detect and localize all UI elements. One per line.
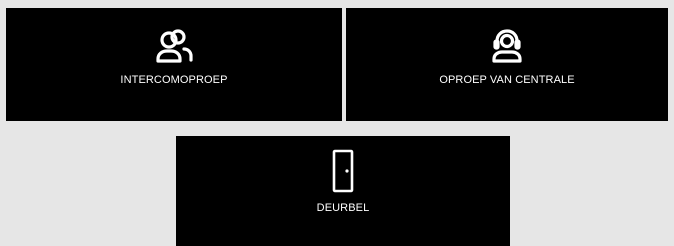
two-users-icon <box>154 26 194 66</box>
door-icon <box>323 148 363 194</box>
doorbell-label: DEURBEL <box>316 202 370 214</box>
intercom-call-button[interactable]: INTERCOMOPROEP <box>6 8 342 121</box>
intercom-call-label: INTERCOMOPROEP <box>120 74 228 86</box>
call-from-central-button[interactable]: OPROEP VAN CENTRALE <box>346 8 668 121</box>
headset-user-icon <box>487 26 527 66</box>
doorbell-button[interactable]: DEURBEL <box>176 136 510 246</box>
call-from-central-label: OPROEP VAN CENTRALE <box>439 74 575 86</box>
